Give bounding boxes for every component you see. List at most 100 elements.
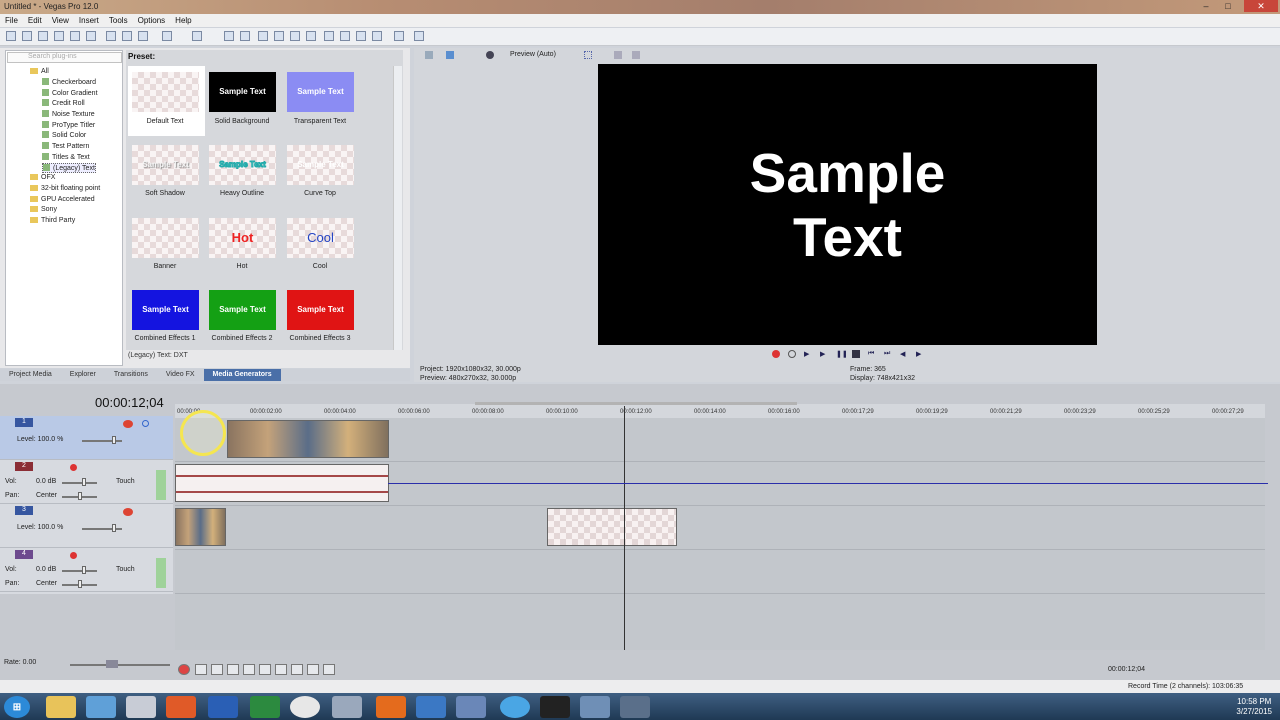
prev-frame-icon[interactable]: ◀ <box>900 350 905 358</box>
new-icon[interactable] <box>6 31 16 41</box>
preset-thumb-cool[interactable]: Cool <box>287 218 354 258</box>
render-icon[interactable] <box>70 31 80 41</box>
menu-insert[interactable]: Insert <box>79 16 99 25</box>
volume-envelope-line[interactable] <box>388 483 1268 484</box>
preset-thumb-curve-top[interactable]: Sample Text <box>287 145 354 185</box>
preset-thumb-combined-effects-1[interactable]: Sample Text <box>132 290 199 330</box>
tree-item-ofx[interactable]: OFX <box>30 174 55 181</box>
preview-properties-icon[interactable] <box>425 51 433 59</box>
tab-media-generators[interactable]: Media Generators <box>203 369 281 381</box>
snapping-icon[interactable] <box>324 31 334 41</box>
auto-ripple-icon[interactable] <box>290 31 300 41</box>
app-icon[interactable] <box>332 696 362 718</box>
automation-mode[interactable]: Touch <box>116 478 135 485</box>
tree-item-third-party[interactable]: Third Party <box>30 217 75 224</box>
track-fx-icon[interactable] <box>123 420 133 428</box>
envelope-tool-icon[interactable] <box>240 31 250 41</box>
arm-record-icon[interactable] <box>70 464 77 471</box>
track-header-audio-4[interactable]: 4 Vol: 0.0 dB Pan: Center Touch <box>0 548 173 592</box>
selection-tool-icon[interactable] <box>258 31 268 41</box>
loop-icon[interactable] <box>788 350 796 358</box>
preview-fx-icon[interactable] <box>486 51 494 59</box>
preset-thumb-combined-effects-2[interactable]: Sample Text <box>209 290 276 330</box>
maximize-button[interactable]: □ <box>1218 0 1238 12</box>
video-clip-track3[interactable] <box>175 508 226 546</box>
normal-edit-tool-icon[interactable] <box>224 31 234 41</box>
properties-icon[interactable] <box>86 31 96 41</box>
tree-item-legacy-text[interactable]: (Legacy) Text <box>42 163 96 173</box>
taskbar-clock[interactable]: 10:58 PM 3/27/2015 <box>1236 697 1272 717</box>
paste-icon[interactable] <box>138 31 148 41</box>
tree-item-test-pattern[interactable]: Test Pattern <box>42 142 89 150</box>
tree-item-color-gradient[interactable]: Color Gradient <box>42 89 98 97</box>
menu-tools[interactable]: Tools <box>109 16 128 25</box>
chrome-icon[interactable] <box>290 696 320 718</box>
overlays-icon[interactable] <box>584 51 592 59</box>
volume-slider-knob[interactable] <box>82 478 86 486</box>
go-to-start-icon[interactable]: ⏮ <box>868 350 874 358</box>
next-frame-button[interactable] <box>323 664 335 675</box>
tree-item-noise-texture[interactable]: Noise Texture <box>42 110 95 118</box>
tree-item-solid-color[interactable]: Solid Color <box>42 131 86 139</box>
copy-icon[interactable] <box>122 31 132 41</box>
presets-scrollbar[interactable] <box>393 66 402 350</box>
record-button[interactable] <box>178 664 190 675</box>
tab-project-media[interactable]: Project Media <box>0 369 61 381</box>
preview-quality-dropdown[interactable]: Preview (Auto) <box>510 51 556 58</box>
preset-thumb-hot[interactable]: Hot <box>209 218 276 258</box>
ignore-grouping-icon[interactable] <box>356 31 366 41</box>
menu-help[interactable]: Help <box>175 16 191 25</box>
marker-icon[interactable] <box>394 31 404 41</box>
open-icon[interactable] <box>22 31 32 41</box>
explorer-icon[interactable] <box>46 696 76 718</box>
app-icon[interactable] <box>456 696 486 718</box>
start-button[interactable]: ⊞ <box>4 696 30 718</box>
tab-video-fx[interactable]: Video FX <box>157 369 204 381</box>
app-icon[interactable] <box>620 696 650 718</box>
tab-transitions[interactable]: Transitions <box>105 369 157 381</box>
zoom-tool-icon[interactable] <box>274 31 284 41</box>
loop-button[interactable] <box>195 664 207 675</box>
volume-slider-knob[interactable] <box>82 566 86 574</box>
app-icon[interactable] <box>416 696 446 718</box>
go-to-end-button[interactable] <box>291 664 303 675</box>
go-to-end-icon[interactable]: ⏭ <box>884 350 890 358</box>
track-header-video-1[interactable]: 1 Level: 100.0 % <box>0 416 173 460</box>
tree-item-sony[interactable]: Sony <box>30 206 57 213</box>
document-icon[interactable] <box>126 696 156 718</box>
app-icon[interactable] <box>376 696 406 718</box>
prev-frame-button[interactable] <box>307 664 319 675</box>
play-button[interactable] <box>227 664 239 675</box>
volume-slider[interactable] <box>62 570 97 572</box>
menu-view[interactable]: View <box>52 16 69 25</box>
word-icon[interactable] <box>208 696 238 718</box>
track-fx-icon[interactable] <box>123 508 133 516</box>
help-icon[interactable] <box>414 31 424 41</box>
menu-options[interactable]: Options <box>138 16 166 25</box>
external-monitor-icon[interactable] <box>446 51 454 59</box>
powerpoint-icon[interactable] <box>166 696 196 718</box>
tree-item-all[interactable]: All <box>30 68 49 75</box>
preset-thumb-heavy-outline[interactable]: Sample Text <box>209 145 276 185</box>
play-from-start-button[interactable] <box>211 664 223 675</box>
level-slider[interactable] <box>82 528 122 530</box>
tree-item-gpu[interactable]: GPU Accelerated <box>30 196 95 203</box>
menu-edit[interactable]: Edit <box>28 16 42 25</box>
search-plugins-input[interactable]: Search plug-ins <box>7 52 122 63</box>
playhead-cursor[interactable] <box>624 406 625 650</box>
preset-thumb-transparent-text[interactable]: Sample Text <box>287 72 354 112</box>
stop-icon[interactable] <box>852 350 860 358</box>
track-header-audio-2[interactable]: 2 Vol: 0.0 dB Pan: Center Touch <box>0 460 173 504</box>
redo-icon[interactable] <box>192 31 202 41</box>
close-button[interactable]: ✕ <box>1244 0 1278 12</box>
vegas-icon[interactable] <box>580 696 610 718</box>
play-icon[interactable]: ▶ <box>820 350 825 358</box>
loop-region-bar[interactable] <box>475 402 797 405</box>
app-icon[interactable] <box>500 696 530 718</box>
play-from-start-icon[interactable]: ▶ <box>804 350 809 358</box>
tree-item-protype-titler[interactable]: ProType Titler <box>42 121 95 129</box>
tree-item-titles-text[interactable]: Titles & Text <box>42 153 90 161</box>
split-icon[interactable] <box>372 31 382 41</box>
preset-thumb-soft-shadow[interactable]: Sample Text <box>132 145 199 185</box>
level-slider-knob[interactable] <box>112 436 116 444</box>
